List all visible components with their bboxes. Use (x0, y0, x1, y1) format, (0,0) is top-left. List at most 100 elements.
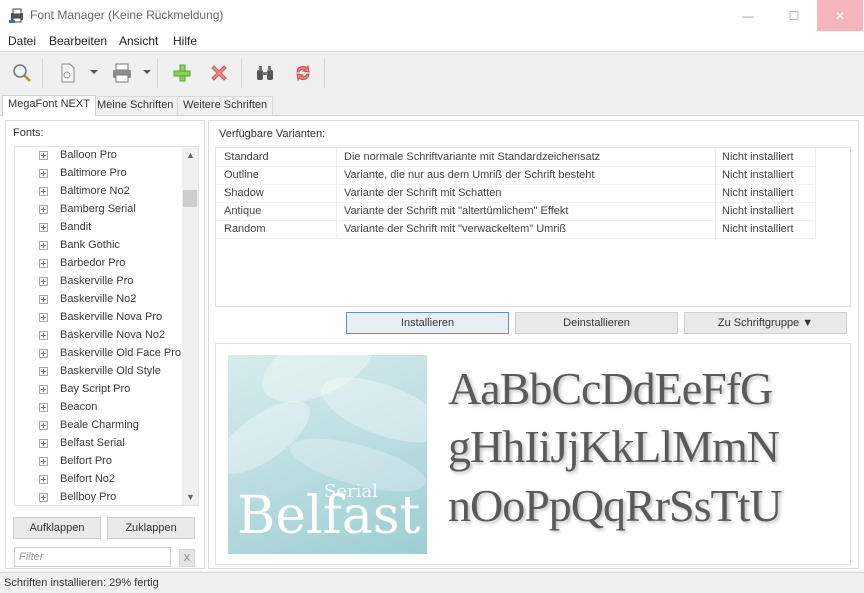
font-tree-item[interactable]: Bandit (15, 219, 183, 237)
app-icon (9, 8, 23, 23)
font-tree-item[interactable]: Bay Script Pro (15, 381, 183, 399)
font-tree-item[interactable]: Baskerville Nova No2 (15, 327, 183, 345)
expand-plus-icon[interactable] (39, 151, 48, 160)
font-tree-item[interactable]: Bamberg Serial (15, 201, 183, 219)
expand-plus-icon[interactable] (39, 313, 48, 322)
filter-input[interactable]: Filter (14, 547, 171, 567)
expand-plus-icon[interactable] (39, 187, 48, 196)
scroll-up-icon[interactable]: ▲ (186, 151, 195, 160)
window-title: Font Manager (Keine Rückmeldung) (30, 8, 224, 22)
document-icon[interactable] (55, 60, 81, 86)
tab-meine-schriften[interactable]: Meine Schriften (91, 96, 180, 115)
tab-weitere-schriften[interactable]: Weitere Schriften (177, 96, 274, 115)
print-icon[interactable] (109, 60, 135, 86)
variant-name: Antique (224, 205, 262, 217)
font-tree-item[interactable]: Belfast Serial (15, 435, 183, 453)
menu-bearbeiten[interactable]: Bearbeiten (49, 34, 107, 48)
print-dropdown-icon[interactable] (143, 70, 151, 74)
expand-plus-icon[interactable] (39, 169, 48, 178)
collapse-button[interactable]: Zuklappen (107, 517, 195, 539)
expand-plus-icon[interactable] (39, 475, 48, 484)
filter-clear-button[interactable]: X (179, 549, 195, 567)
font-tree-item[interactable]: Baskerville No2 (15, 291, 183, 309)
expand-plus-icon[interactable] (39, 223, 48, 232)
font-tree-item[interactable]: Barbedor Pro (15, 255, 183, 273)
font-name: Beacon (60, 401, 98, 413)
document-dropdown-icon[interactable] (90, 70, 98, 74)
refresh-icon[interactable] (290, 60, 316, 86)
expand-button[interactable]: Aufklappen (13, 517, 101, 539)
font-tree-item[interactable]: Bellboy Pro (15, 489, 183, 505)
font-name: Baskerville No2 (60, 293, 137, 305)
expand-plus-icon[interactable] (39, 349, 48, 358)
expand-plus-icon[interactable] (39, 385, 48, 394)
font-tree-item[interactable]: Beacon (15, 399, 183, 417)
expand-plus-icon[interactable] (39, 421, 48, 430)
font-name: Belfort Pro (60, 455, 112, 467)
font-name: Barbedor Pro (60, 257, 126, 269)
menu-datei[interactable]: Datei (8, 34, 36, 48)
font-name: Beale Charming (60, 419, 139, 431)
status-text: Schriften installieren: 29% fertig (4, 577, 159, 589)
tab-megafont-next[interactable]: MegaFont NEXT (2, 95, 96, 116)
logo-title: Belfast (237, 486, 421, 546)
variant-description: Variante der Schrift mit Schatten (344, 187, 502, 199)
expand-plus-icon[interactable] (39, 403, 48, 412)
expand-plus-icon[interactable] (39, 367, 48, 376)
font-name: Baskerville Old Face Pro (60, 347, 182, 359)
menu-ansicht[interactable]: Ansicht (119, 34, 158, 48)
font-tree-item[interactable]: Beale Charming (15, 417, 183, 435)
sample-text-line: AaBbCcDdEeFfG (448, 363, 773, 414)
expand-plus-icon[interactable] (39, 277, 48, 286)
variant-row[interactable]: Shadow Variante der Schrift mit Schatten… (216, 184, 816, 202)
expand-plus-icon[interactable] (39, 457, 48, 466)
font-name: Bandit (60, 221, 92, 233)
font-tree[interactable]: Balloon Pro Baltimore Pro Baltimore No2 Bam… (14, 146, 199, 506)
font-tree-item[interactable]: Bank Gothic (15, 237, 183, 255)
maximize-button[interactable]: ☐ (771, 0, 817, 31)
font-tree-item[interactable]: Baltimore No2 (15, 183, 183, 201)
expand-plus-icon[interactable] (39, 331, 48, 340)
scroll-down-icon[interactable]: ▼ (186, 493, 195, 502)
font-name: Bay Script Pro (60, 383, 131, 395)
expand-plus-icon[interactable] (39, 241, 48, 250)
font-tree-item[interactable]: Baskerville Old Face Pro (15, 345, 183, 363)
main-content: Fonts: Balloon Pro Baltimore Pro Baltimore… (0, 115, 864, 571)
font-tree-item[interactable]: Belfort No2 (15, 471, 183, 489)
menu-hilfe[interactable]: Hilfe (173, 34, 197, 48)
variant-row[interactable]: Random Variante der Schrift mit "verwack… (216, 220, 816, 238)
delete-icon[interactable] (206, 60, 232, 86)
add-icon[interactable] (169, 60, 195, 86)
font-tree-item[interactable]: Baskerville Old Style (15, 363, 183, 381)
expand-plus-icon[interactable] (39, 439, 48, 448)
add-to-group-button[interactable]: Zu Schriftgruppe ▼ (684, 312, 847, 334)
font-tree-item[interactable]: Baskerville Nova Pro (15, 309, 183, 327)
minimize-button[interactable]: — (725, 0, 771, 31)
variant-name: Random (224, 223, 266, 235)
font-name: Bellboy Pro (60, 491, 117, 503)
variant-row[interactable]: Antique Variante der Schrift mit "altert… (216, 202, 816, 220)
search-icon[interactable] (9, 60, 35, 86)
font-name: Belfort No2 (60, 473, 116, 485)
install-button[interactable]: Installieren (346, 312, 509, 334)
variant-row[interactable]: Outline Variante, die nur aus dem Umriß … (216, 166, 816, 184)
font-tree-item[interactable]: Balloon Pro (15, 147, 183, 165)
expand-plus-icon[interactable] (39, 295, 48, 304)
binoculars-icon[interactable] (252, 60, 278, 86)
font-list: Balloon Pro Baltimore Pro Baltimore No2 Bam… (15, 147, 183, 505)
uninstall-button[interactable]: Deinstallieren (515, 312, 678, 334)
variant-status: Nicht installiert (722, 187, 794, 199)
expand-plus-icon[interactable] (39, 493, 48, 502)
expand-plus-icon[interactable] (39, 205, 48, 214)
sample-text-line: gHhIiJjKkLlMmN (448, 421, 780, 472)
scroll-thumb[interactable] (183, 190, 197, 207)
font-tree-item[interactable]: Belfort Pro (15, 453, 183, 471)
font-tree-item[interactable]: Baskerville Pro (15, 273, 183, 291)
expand-plus-icon[interactable] (39, 259, 48, 268)
font-tree-item[interactable]: Baltimore Pro (15, 165, 183, 183)
close-button[interactable]: ✕ (817, 0, 863, 31)
variant-row[interactable]: Standard Die normale Schriftvariante mit… (216, 148, 816, 166)
font-name: Baltimore Pro (60, 167, 127, 179)
toolbar-separator (324, 58, 325, 88)
font-tree-scrollbar[interactable]: ▲ ▼ (182, 147, 198, 505)
